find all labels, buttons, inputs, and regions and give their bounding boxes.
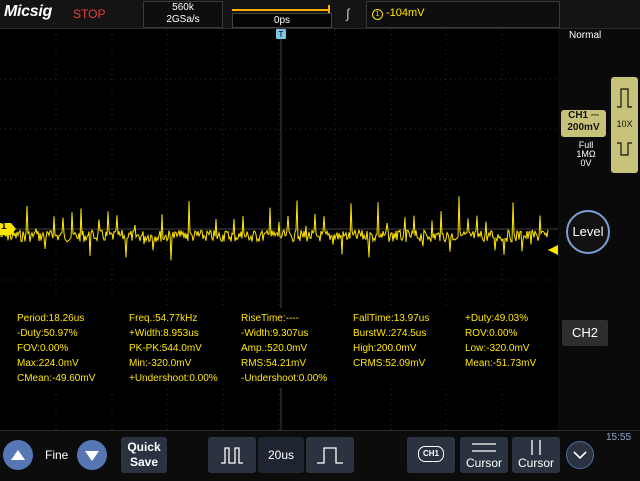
measurement-value: CRMS:52.09mV [353, 358, 426, 369]
fine-adjust-label: Fine [45, 448, 69, 462]
ch1-icon: CH1 [418, 446, 444, 462]
ch1-label: CH1 [568, 110, 589, 121]
vertical-cursor-icon [531, 440, 541, 455]
measurement-value: Mean:-51.73mV [465, 358, 537, 369]
measurement-value: FallTime:13.97us [353, 313, 430, 324]
quick-save-button[interactable]: Quick Save [121, 437, 167, 473]
timebase-increase-button[interactable] [306, 437, 354, 473]
level-button[interactable]: Level [566, 210, 610, 254]
channel-offset: 0V [580, 158, 592, 168]
measurement-value: Min:-320.0mV [129, 358, 192, 369]
measurement-value: High:200.0mV [353, 343, 417, 354]
measurement-value: Amp.:520.0mV [241, 343, 308, 354]
measurement-value: ROV:0.00% [465, 328, 518, 339]
timebase-value[interactable]: 20us [258, 437, 304, 473]
ch1-scale: 200mV [567, 122, 600, 133]
dc-coupling-icon: ⎓ [590, 110, 599, 121]
ch1-waveform [0, 196, 549, 261]
acquisition-info[interactable]: 560k 2GSa/s [143, 1, 223, 28]
fine-up-button[interactable] [3, 440, 33, 470]
quick-save-line1: Quick [127, 440, 161, 454]
ch1-settings-button[interactable]: CH1 ⎓ 200mV [561, 110, 606, 137]
chevron-down-icon [573, 451, 587, 460]
ch1-marker-label: 1 [1, 221, 7, 232]
measurement-value: RiseTime:---- [241, 313, 299, 324]
measurement-value: CMean:-49.60mV [17, 373, 96, 384]
timebase-decrease-button[interactable] [208, 437, 256, 473]
measurement-value: RMS:54.21mV [241, 358, 307, 369]
memory-depth: 560k [172, 2, 194, 13]
measurement-value: Freq.:54.77kHz [129, 313, 198, 324]
memory-position-marker [328, 5, 330, 13]
measurement-value: +Duty:49.03% [465, 313, 529, 324]
measurement-value: Low:-320.0mV [465, 343, 530, 354]
vertical-cursor-button[interactable]: Cursor [512, 437, 560, 473]
arrow-down-icon [85, 451, 99, 461]
pulse-down-icon [617, 142, 632, 156]
measurement-value: PK-PK:544.0mV [129, 343, 202, 354]
measurement-value: Max:224.0mV [17, 358, 79, 369]
wide-pulse-icon [317, 447, 343, 464]
measurement-value: -Undershoot:0.00% [241, 373, 328, 384]
fine-down-button[interactable] [77, 440, 107, 470]
ch2-button[interactable]: CH2 [562, 320, 608, 346]
measurement-value: -Duty:50.97% [17, 328, 78, 339]
collapse-menu-button[interactable] [566, 441, 594, 469]
svg-text:T: T [279, 30, 284, 39]
arrow-up-icon [11, 450, 25, 460]
brand-logo: Micsig [4, 3, 52, 20]
trigger-mode[interactable]: Normal [569, 30, 601, 41]
clock: 15:55 [606, 432, 632, 443]
cursor-label-2: Cursor [517, 456, 554, 470]
measurement-value: +Width:8.953us [129, 328, 199, 339]
measurement-value: +Undershoot:0.00% [129, 373, 218, 384]
measurement-value: Period:18.26us [17, 313, 85, 324]
quick-save-line2: Save [129, 455, 159, 469]
run-stop-status[interactable]: STOP [73, 7, 105, 21]
measurement-value: BurstW.:274.5us [353, 328, 427, 339]
trigger-info[interactable]: 1 -104mV [366, 1, 560, 28]
narrow-pulse-icon [221, 447, 243, 464]
horizontal-cursor-button[interactable]: Cursor [460, 437, 508, 473]
horizontal-position[interactable]: 0ps [228, 1, 334, 28]
trigger-level-value: -104mV [386, 7, 425, 19]
sample-rate: 2GSa/s [166, 14, 200, 25]
trigger-position-marker: T [276, 29, 286, 39]
measurement-value: -Width:9.307us [241, 328, 309, 339]
trigger-source-icon: 1 [372, 9, 383, 20]
memory-position-track [232, 9, 330, 11]
channel-menu-button[interactable]: CH1 [407, 437, 455, 473]
horizontal-cursor-icon [472, 443, 496, 452]
probe-ratio: 10X [616, 119, 633, 129]
pulse-up-icon [617, 88, 632, 108]
time-offset-value: 0ps [232, 13, 332, 28]
measurement-value: FOV:0.00% [17, 343, 69, 354]
cursor-label-1: Cursor [465, 456, 502, 470]
rising-edge-trigger-icon: ∫ [346, 6, 350, 21]
